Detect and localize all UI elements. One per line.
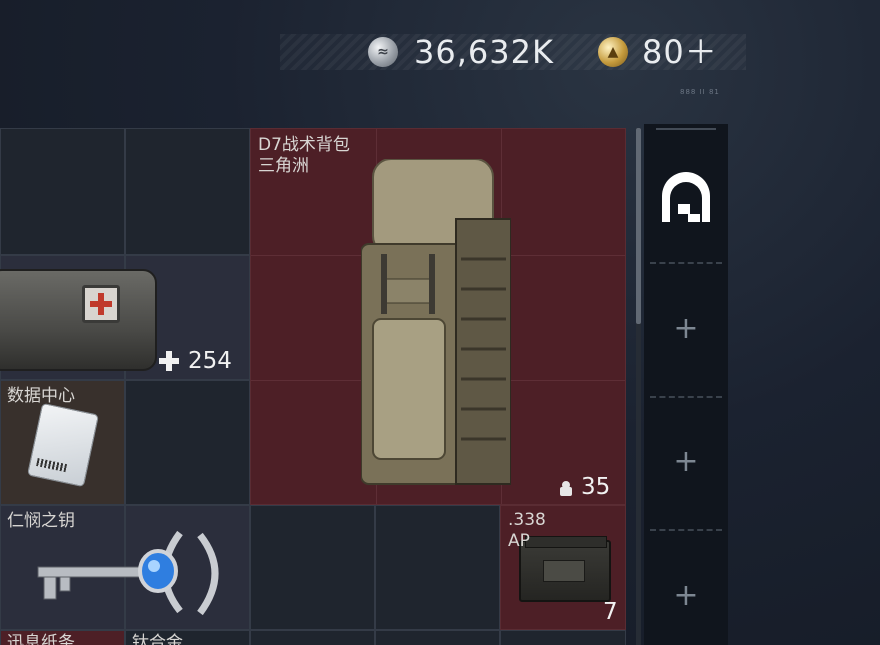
gold-amount[interactable]: 80＋ xyxy=(642,34,718,70)
data-card-name: 数据中心 xyxy=(7,386,75,406)
equipment-sidebar: + + + xyxy=(644,124,728,645)
key-name: 仁悯之钥 xyxy=(7,511,75,531)
add-slot-button[interactable]: + xyxy=(644,581,728,611)
grid-cell[interactable] xyxy=(250,630,375,645)
medkit-image xyxy=(0,269,157,371)
add-slot-button[interactable]: + xyxy=(644,314,728,344)
ammo-box-image xyxy=(519,536,611,602)
slot-divider xyxy=(650,529,722,531)
backpack-item[interactable]: D7战术背包 三角洲 35 xyxy=(250,128,626,505)
gold-coin-icon: ▲ xyxy=(598,37,628,67)
silver-coin-icon: ≈ xyxy=(368,37,398,67)
grid-cell[interactable] xyxy=(375,505,500,630)
ammo-type: AP xyxy=(508,531,530,551)
grid-cell[interactable] xyxy=(125,380,250,505)
arch-slot-icon[interactable] xyxy=(658,170,714,226)
key-item[interactable]: 仁悯之钥 xyxy=(0,505,250,630)
ammo-item[interactable]: .338 AP 7 xyxy=(500,505,626,630)
ammo-count: 7 xyxy=(603,599,618,625)
plus-icon xyxy=(158,350,180,372)
backpack-weight: 35 xyxy=(581,474,611,500)
data-card-item[interactable]: 数据中心 xyxy=(0,380,125,505)
grid-cell[interactable] xyxy=(500,630,626,645)
sidebar-top-line xyxy=(656,128,716,130)
access-card-image xyxy=(26,402,100,488)
small-caption: 888 II 81 xyxy=(680,88,720,96)
grid-cell[interactable] xyxy=(0,128,125,255)
grid-cell[interactable] xyxy=(250,505,375,630)
slot-divider xyxy=(650,262,722,264)
bottom-left-item-name: 迅息纸条 xyxy=(7,633,75,645)
bottom-mid-item-name: 钛合金 xyxy=(132,633,183,645)
grid-cell[interactable] xyxy=(375,630,500,645)
currency-bar: ≈ 36,632K ▲ 80＋ xyxy=(280,34,746,70)
backpack-image xyxy=(361,159,511,485)
ammo-caliber: .338 xyxy=(508,510,546,530)
backpack-name: D7战术背包 xyxy=(258,135,350,155)
inventory-grid: D7战术背包 三角洲 35 254 数据中心 仁悯之钥 .338 AP 7 迅息… xyxy=(0,128,626,645)
scrollbar-thumb[interactable] xyxy=(636,128,641,324)
weight-icon xyxy=(557,479,575,497)
grid-cell[interactable] xyxy=(125,128,250,255)
key-image xyxy=(37,530,219,616)
add-slot-button[interactable]: + xyxy=(644,447,728,477)
silver-amount: 36,632K xyxy=(414,33,554,71)
medkit-count: 254 xyxy=(188,348,232,374)
slot-divider xyxy=(650,396,722,398)
medkit-item[interactable]: 254 xyxy=(0,255,250,380)
backpack-subtitle: 三角洲 xyxy=(258,156,309,176)
